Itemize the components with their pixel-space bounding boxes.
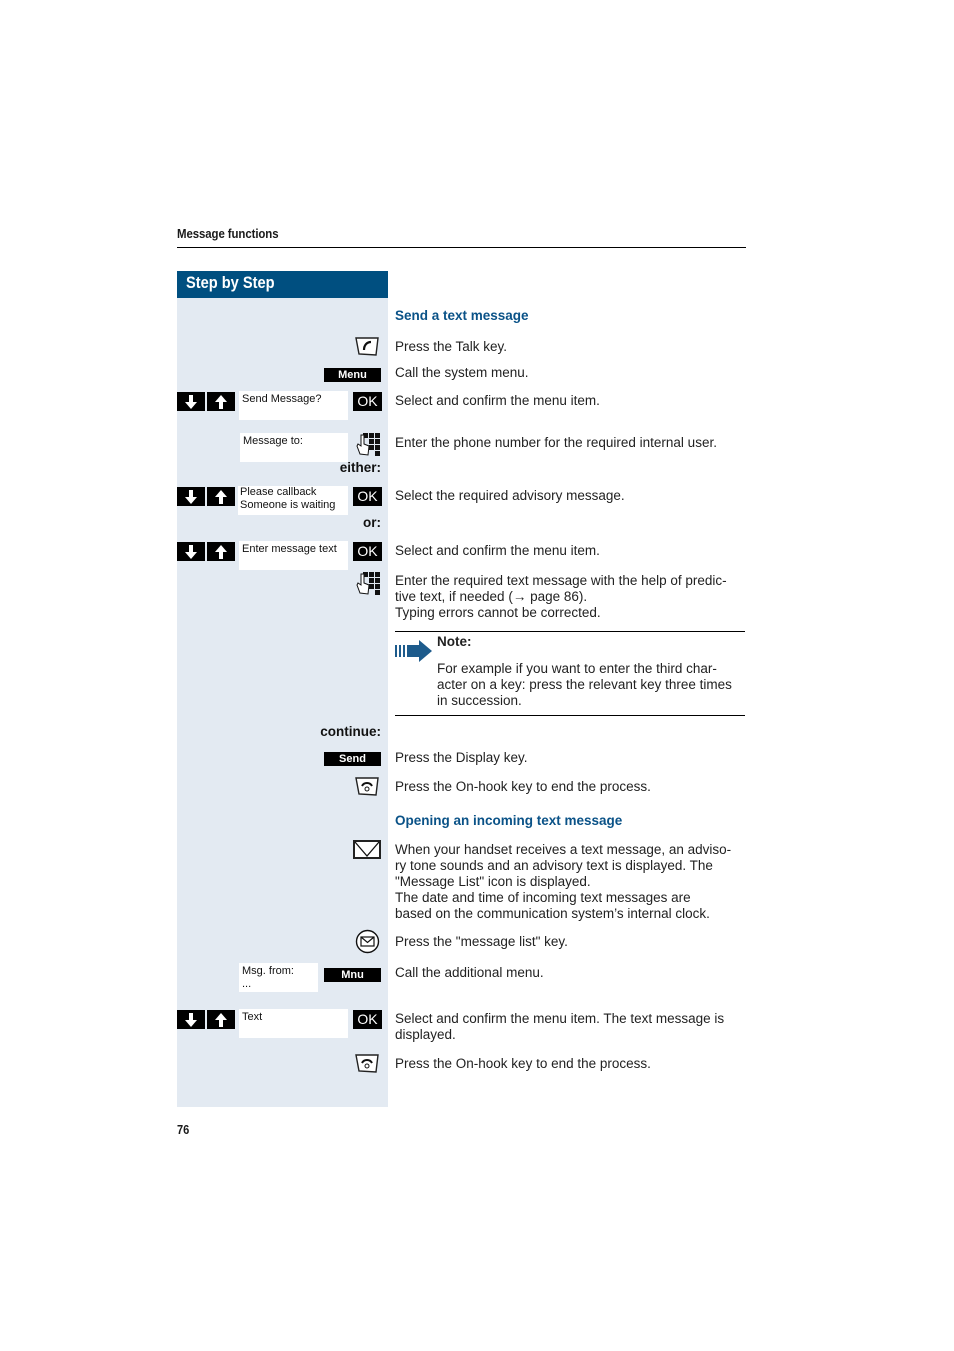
ok-key[interactable]: OK (353, 392, 382, 411)
text-line: Select and confirm the menu item. The te… (395, 1011, 725, 1026)
display-screen: Message to: (240, 433, 348, 462)
display-text: Text (242, 1011, 263, 1023)
note-top-rule (395, 631, 745, 632)
text-line: displayed. (395, 1027, 456, 1042)
send-softkey[interactable]: Send (324, 752, 381, 766)
message-list-icon (353, 840, 381, 859)
arrow-up-icon (215, 1012, 227, 1027)
on-hook-key-icon (354, 776, 380, 797)
running-header: Message functions (177, 226, 279, 241)
step-text: Press the On-hook key to end the process… (395, 1056, 651, 1071)
arrow-down-icon (185, 544, 197, 559)
up-arrow-key[interactable] (207, 487, 235, 506)
display-screen: Enter message text (239, 541, 348, 570)
display-text: Enter message text (242, 543, 337, 555)
arrow-up-icon (215, 394, 227, 409)
display-screen: Text (239, 1009, 348, 1038)
arrow-up-icon (215, 544, 227, 559)
on-hook-key-icon (354, 1053, 380, 1074)
talk-key-icon (354, 336, 380, 357)
text-line: in succession. (437, 693, 522, 708)
text-line[interactable]: tive text, if needed (→ page 86). (395, 589, 727, 605)
step-text: Press the Talk key. (395, 339, 508, 354)
arrow-down-icon (185, 1012, 197, 1027)
arrow-down-icon (185, 489, 197, 504)
step-text-block: When your handset receives a text messag… (395, 842, 731, 922)
ok-key[interactable]: OK (353, 1010, 382, 1029)
step-text: Call the additional menu. (395, 965, 544, 980)
display-text: Msg. from: (242, 965, 294, 977)
text-line: acter on a key: press the relevant key t… (437, 677, 732, 692)
display-screen: Please callback Someone is waiting (238, 486, 348, 515)
arrow-down-icon (185, 394, 197, 409)
step-text: Press the Display key. (395, 750, 528, 765)
display-screen: Msg. from: ... (239, 963, 318, 992)
menu-softkey[interactable]: Menu (324, 368, 381, 382)
text-line: Enter the required text message with the… (395, 573, 727, 588)
ok-key[interactable]: OK (353, 542, 382, 561)
text-line: Typing errors cannot be corrected. (395, 605, 601, 620)
down-arrow-key[interactable] (177, 542, 205, 561)
continue-label: continue: (320, 724, 381, 739)
display-text: Message to: (243, 435, 303, 447)
message-key-icon[interactable] (355, 929, 380, 954)
text-line: When your handset receives a text messag… (395, 842, 732, 857)
step-text: Press the On-hook key to end the process… (395, 779, 651, 794)
arrow-up-icon (215, 489, 227, 504)
step-text: Select and confirm the menu item. (395, 393, 600, 408)
or-label: or: (363, 515, 381, 530)
menu-softkey[interactable]: Mnu (324, 968, 381, 982)
step-text: Call the system menu. (395, 365, 529, 380)
step-by-step-title: Step by Step (186, 273, 275, 292)
display-screen: Send Message? (239, 391, 348, 420)
down-arrow-key[interactable] (177, 392, 205, 411)
either-label: either: (339, 460, 381, 475)
step-text-block: Enter the required text message with the… (395, 573, 727, 621)
note-arrow-icon (395, 640, 432, 662)
display-text: Send Message? (242, 393, 322, 405)
note-bottom-rule (395, 715, 745, 716)
up-arrow-key[interactable] (207, 542, 235, 561)
text-line: For example if you want to enter the thi… (437, 661, 717, 676)
section-title-opening: Opening an incoming text message (395, 813, 623, 828)
down-arrow-key[interactable] (177, 487, 205, 506)
down-arrow-key[interactable] (177, 1010, 205, 1029)
text-line: based on the communication system’s inte… (395, 906, 710, 921)
page-number: 76 (177, 1122, 190, 1137)
step-text-block: Select and confirm the menu item. The te… (395, 1011, 724, 1043)
step-text: Select the required advisory message. (395, 488, 625, 503)
note-title: Note: (437, 634, 472, 649)
section-title-send: Send a text message (395, 308, 529, 323)
header-rule (177, 247, 746, 248)
keypad-icon (356, 432, 380, 457)
keypad-icon (356, 571, 380, 596)
note-body: For example if you want to enter the thi… (437, 661, 732, 709)
display-text: Someone is waiting (240, 499, 336, 511)
text-line: The date and time of incoming text messa… (395, 890, 691, 905)
text-line: "Message List" icon is displayed. (395, 874, 591, 889)
up-arrow-key[interactable] (207, 392, 235, 411)
step-text: Select and confirm the menu item. (395, 543, 600, 558)
up-arrow-key[interactable] (207, 1010, 235, 1029)
text-line: ry tone sounds and an advisory text is d… (395, 858, 713, 873)
display-text: ... (242, 978, 252, 990)
step-text: Enter the phone number for the required … (395, 435, 717, 450)
step-text: Press the "message list" key. (395, 934, 568, 949)
ok-key[interactable]: OK (353, 487, 382, 506)
display-text: Please callback (240, 486, 317, 498)
